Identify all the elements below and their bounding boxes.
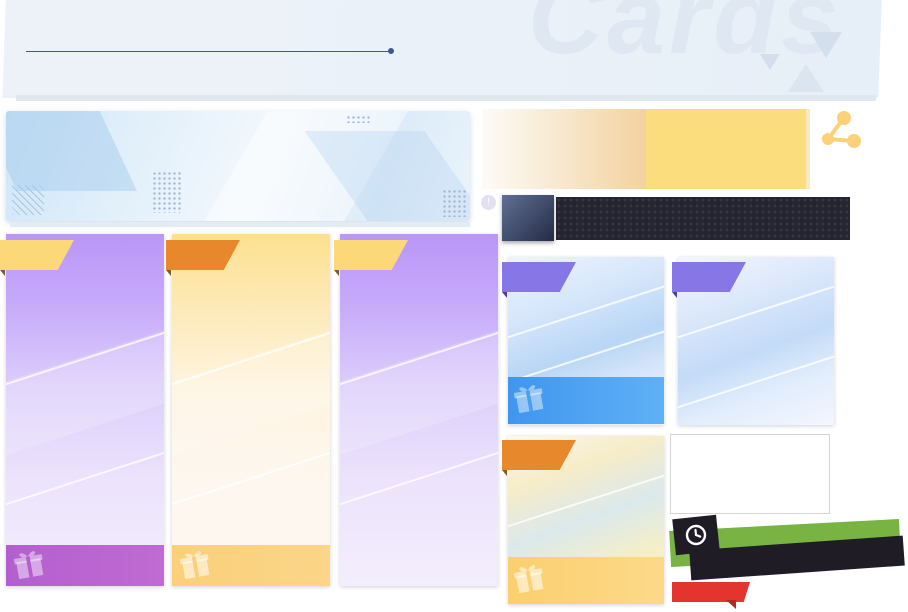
gift-icon (513, 385, 544, 414)
ribbon-fold (502, 470, 507, 476)
header-shadow (15, 95, 877, 101)
dark-bar (502, 195, 850, 241)
hero-banner (6, 111, 470, 221)
card-footer (508, 557, 664, 604)
gift-icon (513, 565, 544, 594)
dot-pattern (442, 189, 468, 217)
card-footer (172, 545, 330, 586)
gradient-banner-left (482, 109, 646, 189)
triangle-decoration (810, 32, 842, 58)
time-badge-icon-box (672, 514, 720, 556)
card-sheen-band (340, 315, 498, 463)
stripe-pattern (12, 185, 44, 215)
gradient-banner (482, 109, 810, 189)
ribbon-fold (166, 270, 171, 276)
gift-icon (13, 551, 44, 580)
red-tag-body (672, 582, 750, 602)
share-icon[interactable] (816, 104, 866, 152)
ribbon-fold (502, 292, 507, 298)
dot-pattern (152, 171, 182, 213)
dot-pattern (346, 115, 372, 123)
triangle-decoration (760, 54, 780, 70)
ribbon-fold (0, 270, 5, 276)
red-ribbon-tag (672, 582, 750, 612)
ribbon-fold (334, 270, 339, 276)
dark-bar-strip (556, 197, 850, 240)
card-sheen (678, 336, 834, 420)
clock-icon (685, 524, 707, 546)
gradient-banner-right (646, 109, 806, 189)
card-footer (508, 377, 664, 424)
card-tall-1[interactable] (6, 234, 164, 586)
header-accent-line (26, 51, 391, 52)
dark-bar-thumbnail[interactable] (502, 195, 554, 241)
empty-panel (670, 434, 830, 514)
card-tall-3[interactable] (340, 234, 498, 586)
header-watermark: Cards (528, 0, 843, 76)
banner-facet (6, 111, 137, 191)
card-sheen-band (172, 315, 330, 463)
card-sheen-band (6, 315, 164, 463)
page-header: Cards (0, 0, 908, 104)
banner-shadow (10, 222, 470, 227)
card-footer (6, 545, 164, 586)
gradient-banner-edge (806, 109, 810, 189)
gift-icon (179, 551, 210, 580)
card-tall-2[interactable] (172, 234, 330, 586)
time-badge (669, 514, 906, 583)
info-icon: ! (481, 195, 496, 210)
header-accent-dot (388, 48, 394, 54)
red-tag-tail (726, 600, 736, 609)
triangle-decoration (788, 64, 824, 92)
ribbon-fold (672, 292, 677, 298)
